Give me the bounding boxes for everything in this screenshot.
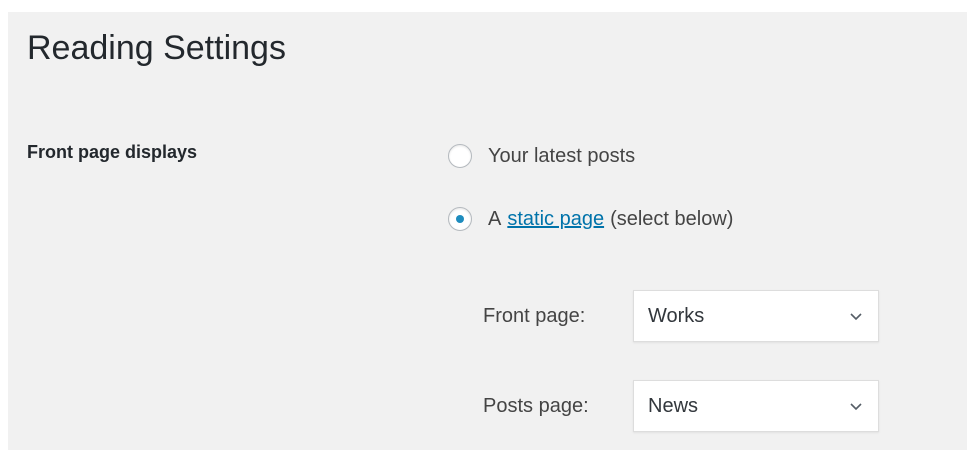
radio-latest-posts-circle[interactable]: [448, 144, 472, 168]
front-page-displays-label: Front page displays: [27, 142, 198, 162]
chevron-down-icon: [848, 398, 864, 414]
chevron-down-icon: [848, 308, 864, 324]
posts-page-select-value: News: [648, 394, 699, 417]
settings-panel: Reading Settings Front page displays You…: [8, 12, 967, 450]
radio-latest-posts[interactable]: Your latest posts: [448, 144, 635, 168]
posts-page-label: Posts page:: [483, 394, 589, 417]
radio-latest-posts-label: Your latest posts: [488, 144, 636, 167]
radio-static-page-suffix: (select below): [610, 207, 734, 230]
radio-selected-dot: [456, 215, 464, 223]
page-title: Reading Settings: [27, 29, 286, 67]
front-page-label: Front page:: [483, 304, 586, 327]
radio-static-page[interactable]: A static page (select below): [448, 207, 733, 231]
front-page-select-value: Works: [648, 304, 705, 327]
posts-page-row: Posts page: News: [483, 380, 879, 432]
front-page-row: Front page: Works: [483, 290, 879, 342]
radio-static-page-circle[interactable]: [448, 207, 472, 231]
static-page-link[interactable]: static page: [507, 208, 604, 231]
radio-static-page-prefix: A: [488, 207, 502, 230]
front-page-select[interactable]: Works: [633, 290, 879, 342]
posts-page-select[interactable]: News: [633, 380, 879, 432]
